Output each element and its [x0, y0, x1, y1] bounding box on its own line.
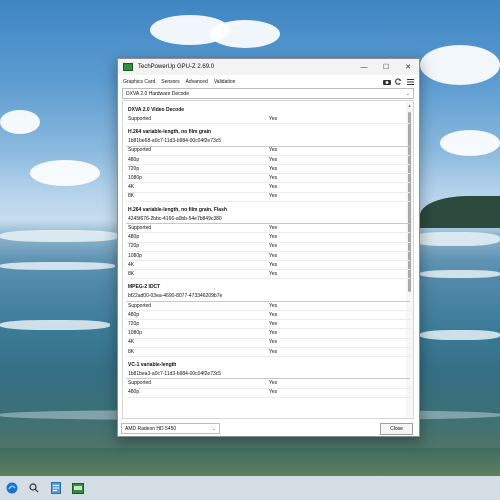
section-title-label: H.264 variable-length, no film grain [128, 128, 212, 135]
window-title: TechPowerUp GPU-Z 2.69.0 [138, 64, 215, 70]
section-guid-label: 4245f676-2bbc-4166-a0bb-54e7b849c380 [128, 215, 222, 222]
list-item-value: Yes [269, 261, 278, 268]
list-item-label: 480p [128, 311, 140, 318]
list-item-label: 8K [128, 270, 135, 277]
category-select-value: DXVA 2.0 Hardware Decode [126, 90, 189, 97]
list-item-label: 720p [128, 320, 140, 327]
chevron-down-icon: ⌄ [211, 425, 216, 432]
tab-bar: Graphics Card Sensors Advanced Validatio… [118, 76, 419, 87]
list-item-label: Supported [128, 224, 152, 231]
list-item-value: Yes [269, 302, 278, 309]
section-title: MPEG-2 IDCT [126, 283, 410, 292]
list-item-value: Yes [269, 320, 278, 327]
list-item-value: Yes [269, 389, 278, 396]
status-bar: AMD Radeon HD 5450 ⌄ Close [118, 421, 419, 436]
notepad-icon[interactable] [48, 480, 64, 496]
list-item: 8K Yes [126, 269, 410, 280]
list-item: 8K Yes [126, 347, 410, 357]
list-item-label: 4K [128, 184, 135, 191]
list-item-label: Supported [128, 147, 152, 154]
taskbar [0, 476, 500, 500]
list-item-value: Yes [269, 243, 278, 250]
list-item-value: Yes [269, 311, 278, 318]
gpuz-icon[interactable] [70, 480, 86, 496]
section-title: H.264 variable-length, no film grain [126, 127, 410, 136]
list-item-value: Yes [269, 339, 278, 346]
list-item-label: 480p [128, 156, 140, 163]
list-item-label: 480p [128, 234, 140, 241]
minimize-button[interactable]: — [353, 59, 375, 75]
refresh-icon[interactable] [394, 77, 403, 86]
list-item-value: Yes [269, 348, 278, 355]
list-item-label: 4K [128, 339, 135, 346]
section-guid-label: 1b81bea3-a0c7-11d3-b984-00c04f2e73c5 [128, 370, 222, 377]
list-item-label: 1080p [128, 330, 142, 337]
title-bar[interactable]: TechPowerUp GPU-Z 2.69.0 — ☐ ✕ [118, 59, 419, 75]
list-item-value: Yes [269, 174, 278, 181]
list-item-value: Yes [269, 380, 278, 387]
list-item-label: Supported [128, 302, 152, 309]
close-button[interactable]: Close [380, 422, 413, 435]
start-icon[interactable] [4, 480, 20, 496]
section-title-label: MPEG-2 IDCT [128, 284, 161, 291]
list-item-label: 1080p [128, 174, 142, 181]
list-item-label: 8K [128, 193, 135, 200]
list-item-label: 1080p [128, 252, 142, 259]
gpu-select-value: AMD Radeon HD 5450 [125, 425, 177, 432]
list-item-value: Yes [269, 224, 278, 231]
gpuz-app-icon [123, 63, 133, 71]
chevron-down-icon: ⌄ [405, 90, 410, 97]
section-title: H.264 variable-length, no film grain, Fl… [126, 205, 410, 214]
list-item-label: 8K [128, 348, 135, 355]
section-title: VC-1 variable-length [126, 360, 410, 369]
maximize-button[interactable]: ☐ [375, 59, 397, 75]
camera-icon[interactable] [382, 77, 391, 86]
category-select[interactable]: DXVA 2.0 Hardware Decode ⌄ [122, 88, 414, 99]
section-guid-label: bf22ad00-03ea-4690-8077-473346209b7e [128, 293, 223, 300]
gpu-select[interactable]: AMD Radeon HD 5450 ⌄ [121, 423, 220, 434]
list-item-value: Yes [269, 147, 278, 154]
list-item-label: 4K [128, 261, 135, 268]
list-item-label: Supported [128, 380, 152, 387]
menu-icon[interactable] [406, 77, 415, 86]
list-item-value: Yes [269, 184, 278, 191]
list-item: 8K Yes [126, 192, 410, 202]
tab-advanced[interactable]: Advanced [186, 79, 208, 85]
list-item-value: Yes [269, 115, 278, 122]
list-item-label: 720p [128, 165, 140, 172]
list-item-value: Yes [269, 330, 278, 337]
list-item-label: Supported [128, 115, 152, 122]
search-icon[interactable] [26, 480, 42, 496]
gpuz-window: TechPowerUp GPU-Z 2.69.0 — ☐ ✕ Graphics … [117, 58, 420, 437]
section-guid-label: 1b81be68-a0c7-11d3-b984-00c04f2e73c5 [128, 138, 222, 145]
section-title-label: VC-1 variable-length [128, 361, 177, 368]
list-item-label: 720p [128, 243, 140, 250]
list-item-value: Yes [269, 156, 278, 163]
list-item-label: 480p [128, 389, 140, 396]
tab-sensors[interactable]: Sensors [161, 79, 179, 85]
section-title: DXVA 2.0 Video Decode [126, 105, 410, 114]
close-window-button[interactable]: ✕ [397, 59, 419, 75]
list-item: 480p Yes [126, 388, 410, 398]
decode-info-list: ▲ DXVA 2.0 Video Decode Supported Yes H.264… [122, 100, 414, 419]
section-title-label: H.264 variable-length, no film grain, Fl… [128, 206, 227, 213]
list-item-value: Yes [269, 193, 278, 200]
list-item-value: Yes [269, 252, 278, 259]
list-item: Supported Yes [126, 114, 410, 125]
list-item-value: Yes [269, 165, 278, 172]
tab-graphics-card[interactable]: Graphics Card [123, 79, 155, 85]
section-title-label: DXVA 2.0 Video Decode [128, 106, 185, 113]
list-item-value: Yes [269, 270, 278, 277]
tab-validation[interactable]: Validation [214, 79, 236, 85]
list-item-value: Yes [269, 234, 278, 241]
